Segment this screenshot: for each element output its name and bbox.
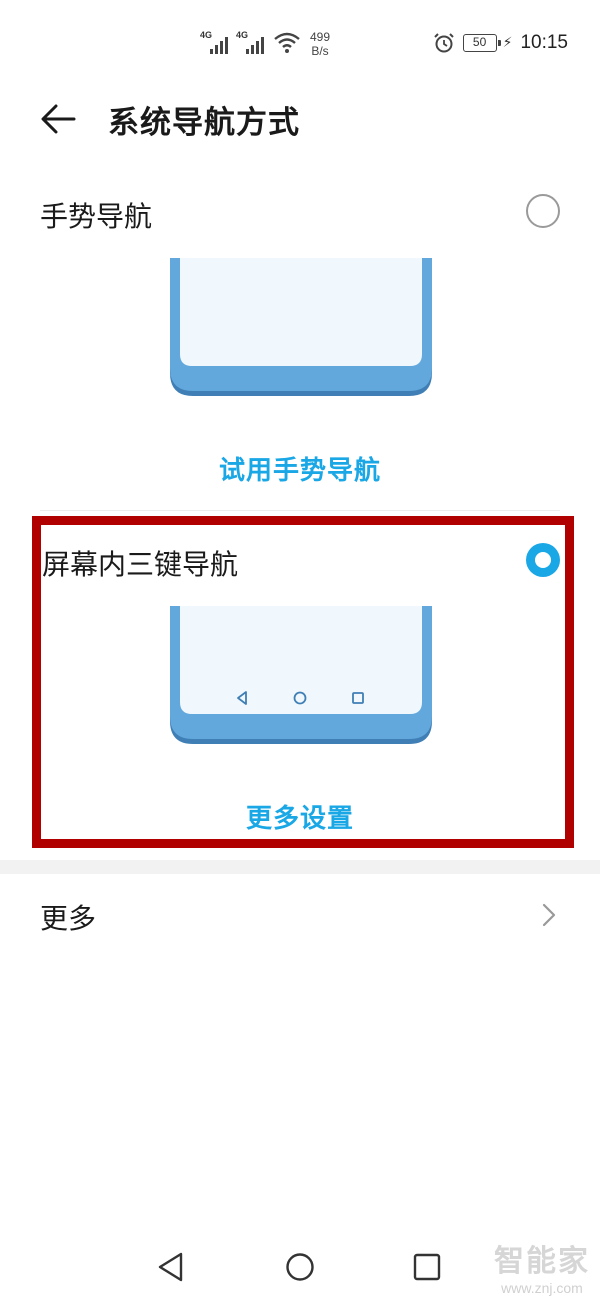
page-title: 系统导航方式 bbox=[108, 105, 300, 141]
status-right: 50 ⚡ 10:15 bbox=[433, 32, 568, 54]
gesture-phone-illustration bbox=[170, 258, 432, 396]
network-speed-unit: B/s bbox=[311, 44, 329, 58]
try-gesture-link[interactable]: 试用手势导航 bbox=[0, 450, 600, 487]
charging-icon: ⚡ bbox=[502, 35, 513, 51]
more-row[interactable]: 更多 bbox=[0, 875, 600, 955]
watermark-url: www.znj.com bbox=[501, 1280, 583, 1296]
nav-back-icon[interactable] bbox=[154, 1250, 188, 1284]
network-speed: 499 B/s bbox=[310, 30, 330, 58]
cell-signal-1-icon: 4G bbox=[200, 30, 228, 54]
option-gesture-radio[interactable] bbox=[526, 194, 560, 228]
section-separator bbox=[0, 860, 600, 874]
option-three-key-label[interactable]: 屏幕内三键导航 bbox=[42, 543, 238, 583]
battery-icon: 50 bbox=[462, 34, 501, 52]
more-settings-link[interactable]: 更多设置 bbox=[0, 798, 600, 835]
divider bbox=[40, 510, 560, 511]
three-key-phone-illustration bbox=[170, 606, 432, 744]
chevron-right-icon bbox=[542, 903, 556, 927]
cell-signal-2-icon: 4G bbox=[236, 30, 264, 54]
more-label: 更多 bbox=[40, 902, 97, 935]
option-three-key-radio[interactable] bbox=[526, 543, 560, 577]
status-bar: 4G 4G 499 B/s 50 ⚡ 10:15 bbox=[0, 0, 600, 90]
back-arrow-icon[interactable] bbox=[38, 99, 78, 139]
nav-recents-icon[interactable] bbox=[410, 1250, 444, 1284]
nav-home-icon[interactable] bbox=[283, 1250, 317, 1284]
clock: 10:15 bbox=[520, 32, 568, 53]
wifi-icon bbox=[274, 32, 300, 53]
network-speed-value: 499 bbox=[310, 30, 331, 44]
watermark-brand: 智能家 bbox=[494, 1244, 590, 1279]
status-left: 4G 4G 499 B/s bbox=[200, 30, 330, 58]
alarm-icon bbox=[433, 33, 454, 53]
option-gesture-label[interactable]: 手势导航 bbox=[40, 195, 152, 235]
watermark: 智能家 www.znj.com bbox=[494, 1236, 590, 1296]
title-bar: 系统导航方式 bbox=[0, 95, 600, 145]
